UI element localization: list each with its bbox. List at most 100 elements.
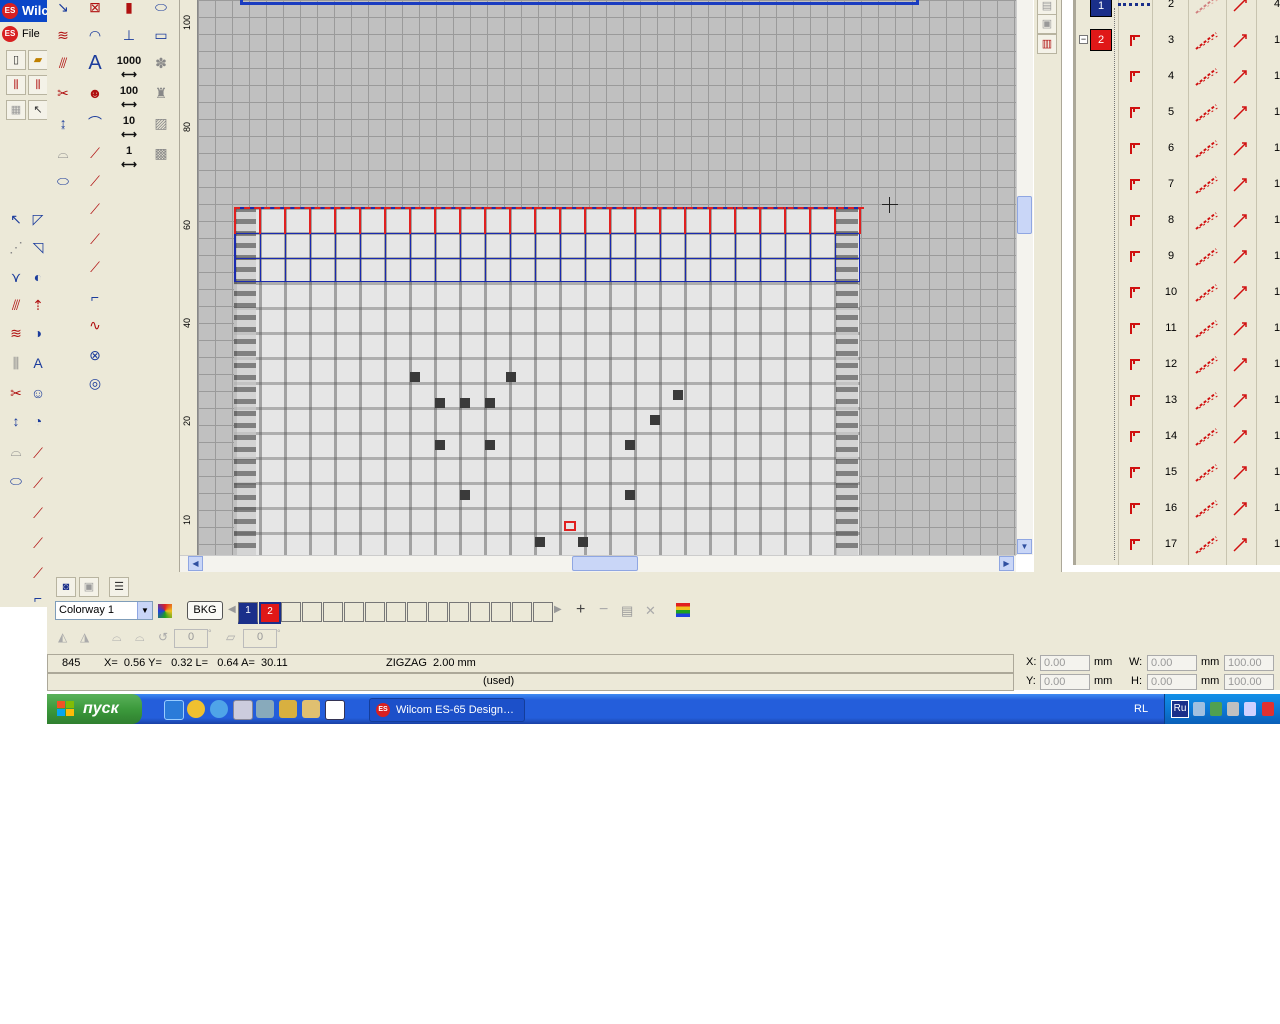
color-swatch-empty[interactable] [533,602,553,622]
select-pointer-icon[interactable]: ↖ [28,100,48,120]
circle-fill-icon[interactable]: ◎ [81,370,109,396]
chevron-down-icon[interactable]: ▼ [137,602,152,619]
stitch-view-icon[interactable]: ⫼ [6,75,26,95]
design-properties-icon[interactable]: ◙ [56,577,76,597]
outline-view-icon[interactable]: ⫼ [28,75,48,95]
vertical-scrollbar[interactable] [1016,0,1033,555]
curve-icon[interactable]: ∿ [81,312,109,338]
color-swatch-empty[interactable] [365,602,385,622]
pointer-tool-icon[interactable]: ↘ [49,0,77,20]
mirror-v-icon[interactable]: ◮ [80,630,89,644]
object-row[interactable]: 17 1: [1076,527,1280,563]
art-tool-icon[interactable]: ✽ [147,50,175,76]
height-percent-field[interactable]: 100.00 [1224,674,1274,690]
triple-icon[interactable]: ⟋ [81,168,109,194]
tatami-fill-icon[interactable]: ≋ [49,22,77,48]
object-row[interactable]: 9 1: [1076,239,1280,275]
object-row[interactable]: 4 1: [1076,59,1280,95]
stitch-count-1[interactable]: 1 ⟷ [115,142,143,171]
color-swatch-empty[interactable] [281,602,301,622]
tray-update-icon[interactable] [1210,702,1222,716]
color-swatch-empty[interactable] [449,602,469,622]
open-folder-icon[interactable]: ▰ [28,50,48,70]
system-menu-icon[interactable]: ES [2,26,18,42]
color-swatch-empty[interactable] [323,602,343,622]
color-swatch-empty[interactable] [344,602,364,622]
feather-icon[interactable]: ⟋ [81,254,109,280]
applique-icon[interactable]: ⊗ [81,342,109,368]
object-row[interactable]: 14 1: [1076,419,1280,455]
vertical-scroll-thumb[interactable] [1017,196,1032,234]
object-row[interactable]: 13 1: [1076,383,1280,419]
new-file-icon[interactable]: ▯ [6,50,26,70]
color-swatch-2[interactable]: 2 [259,602,281,624]
tray-network-icon[interactable] [1193,702,1205,716]
palette-prev-icon[interactable]: ◀ [228,604,236,615]
figure-icon[interactable]: ♜ [147,80,175,106]
scroll-left-icon[interactable]: ◀ [188,556,203,571]
language-indicator[interactable]: Ru [1171,700,1189,718]
monogram-icon[interactable]: ☻ [81,80,109,106]
color-swatch-empty[interactable] [302,602,322,622]
fill-color-icon[interactable]: ▮ [115,0,143,20]
y-position-field[interactable]: 0.00 [1040,674,1090,690]
object-row[interactable]: 15 1: [1076,455,1280,491]
color-list-icon[interactable] [676,603,690,617]
cap-frame-icon[interactable]: ◠ [81,22,109,48]
complex-fill-icon[interactable]: ⫻ [49,50,77,76]
cut-color-icon[interactable]: ✕ [645,603,656,619]
side-tool-icon[interactable]: ▣ [1037,14,1057,34]
width-field[interactable]: 0.00 [1147,655,1197,671]
color-swatch-empty[interactable] [491,602,511,622]
rotate-left-icon[interactable]: ⌓ [112,630,122,645]
ie-icon[interactable] [164,700,184,720]
height-field[interactable]: 0.00 [1147,674,1197,690]
color-swatch-empty[interactable] [512,602,532,622]
start-point-marker-icon[interactable] [564,521,576,531]
object-row[interactable]: 16 1: [1076,491,1280,527]
measure-tool-icon[interactable]: ↨ [49,110,77,136]
tools-icon[interactable] [256,700,274,718]
color-block-1[interactable]: 1 [1090,0,1112,17]
object-row[interactable]: 11 1: [1076,311,1280,347]
archive-icon[interactable] [302,700,320,718]
text-tool-icon[interactable]: A [81,50,109,76]
color-swatch-empty[interactable] [386,602,406,622]
save-icon[interactable]: ▣ [79,577,99,597]
rotation-input[interactable]: 0 [174,629,208,648]
mirror-h-icon[interactable]: ◭ [58,630,67,644]
ellipse-icon[interactable]: ⬭ [147,0,175,20]
image-icon[interactable]: ▨ [147,110,175,136]
texture-icon[interactable]: ▩ [147,140,175,166]
zigzag-stitch-row[interactable] [234,207,864,234]
grid-icon[interactable]: ▦ [6,100,26,120]
digitize-icon[interactable]: ⊠ [81,0,109,20]
horizontal-scroll-thumb[interactable] [572,556,638,571]
color-block-2[interactable]: 2 [1090,29,1112,51]
start-button[interactable]: пуск [47,694,142,724]
envelope-icon[interactable]: ⌒ [81,110,109,136]
skew-icon[interactable]: ▱ [226,630,235,644]
angle-icon[interactable]: ⌐ [81,284,109,310]
tray-device-icon[interactable] [1227,702,1239,716]
media-player-icon[interactable] [187,700,205,718]
oval-run-icon[interactable]: ⬭ [49,168,77,194]
tray-vm-icon[interactable] [1244,702,1256,716]
design-canvas[interactable] [198,0,1016,555]
object-row[interactable]: 10 1: [1076,275,1280,311]
add-color-icon[interactable]: + [576,601,585,619]
pen-icon[interactable] [325,700,345,720]
menu-file[interactable]: File [22,28,40,40]
object-row[interactable]: 8 1: [1076,203,1280,239]
palette-next-icon[interactable]: ▶ [554,604,562,615]
object-row[interactable]: 7 1: [1076,167,1280,203]
run-icon[interactable]: ⟋ [81,140,109,166]
palette-icon[interactable] [158,604,172,618]
color-swatch-empty[interactable] [470,602,490,622]
stitch-count-10[interactable]: 10 ⟷ [115,112,143,141]
object-row[interactable]: 6 1: [1076,131,1280,167]
bean-icon[interactable]: ⟋ [81,196,109,222]
print-icon[interactable]: ▤ [621,603,633,619]
remove-color-icon[interactable]: − [599,601,608,619]
object-row[interactable]: 5 1: [1076,95,1280,131]
